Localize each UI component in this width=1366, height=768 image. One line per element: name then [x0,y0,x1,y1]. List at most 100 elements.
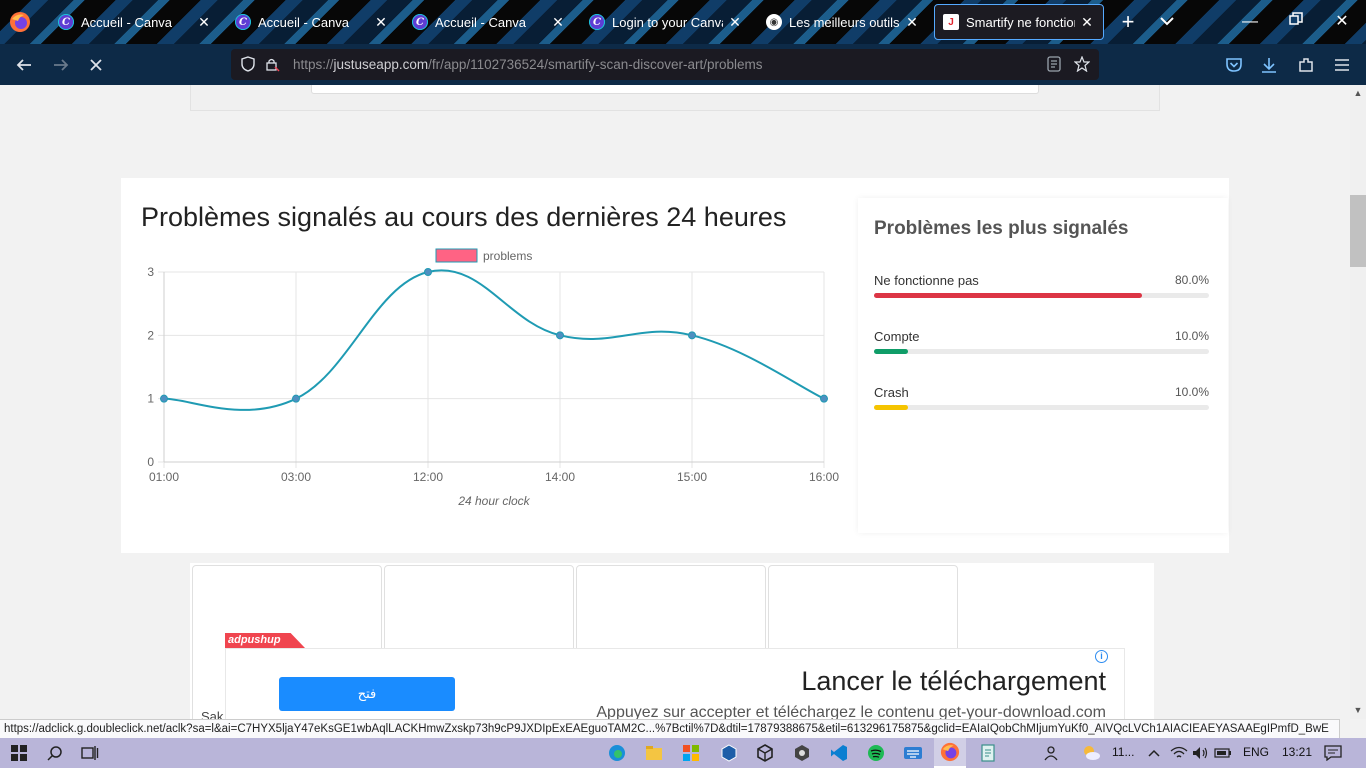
battery-icon[interactable] [1212,742,1234,764]
problem-percent: 80.0% [1174,273,1209,287]
tab-canva-1[interactable]: C Accueil - Canva ✕ [50,4,220,40]
tab-label: Accueil - Canva [435,14,527,30]
tab-smartify-active[interactable]: J Smartify ne fonctionne ✕ [934,4,1104,40]
notepad-icon[interactable] [977,742,999,764]
scroll-up-arrow-icon[interactable]: ▲ [1353,88,1363,98]
extensions-icon[interactable] [1295,54,1317,76]
status-link-preview: https://adclick.g.doubleclick.net/aclk?s… [0,719,1340,739]
tab-canva-2[interactable]: C Accueil - Canva ✕ [227,4,397,40]
new-tab-button[interactable]: + [1117,10,1139,34]
notification-center-icon[interactable] [1322,742,1344,764]
language-indicator[interactable]: ENG [1243,745,1269,759]
x-tick-label: 16:00 [809,470,839,484]
windows-taskbar: 11... ENG 13:21 [0,738,1366,768]
tab-label: Login to your Canva ac [612,14,723,30]
close-tab-icon[interactable]: ✕ [904,14,920,31]
people-icon[interactable] [1041,742,1063,764]
downloads-icon[interactable] [1258,54,1280,76]
top-inner-box [311,85,1039,94]
problem-name: Compte [874,329,920,344]
keyboard-icon[interactable] [902,742,924,764]
series-line-problems [163,269,825,411]
ad-banner[interactable]: i فتح Lancer le téléchargement Appuyez s… [225,648,1125,719]
reader-view-icon[interactable] [1043,53,1065,75]
search-icon[interactable] [44,742,66,764]
firefox-taskbar-icon[interactable] [934,738,966,768]
progress-track [874,349,1209,354]
list-all-tabs-icon[interactable] [1158,12,1176,30]
hex-app-icon[interactable] [791,742,813,764]
task-view-icon[interactable] [79,742,101,764]
data-point [820,394,828,403]
url-text[interactable]: https://justuseapp.com/fr/app/1102736524… [293,57,763,72]
weather-icon[interactable] [1080,742,1102,764]
file-explorer-icon[interactable] [643,742,665,764]
chevron-up-icon[interactable] [1143,742,1165,764]
scrollbar-thumb[interactable] [1350,195,1366,267]
close-window-icon[interactable]: ✕ [1332,12,1352,32]
wifi-icon[interactable] [1168,742,1190,764]
progress-track [874,293,1209,298]
x-tick-label: 01:00 [149,470,179,484]
tab-label: Accueil - Canva [81,14,173,30]
problem-percent: 10.0% [1174,329,1209,343]
partial-text: Sak [201,709,224,719]
pocket-icon[interactable] [1223,54,1245,76]
most-reported-panel: Problèmes les plus signalés Ne fonctionn… [858,198,1228,533]
url-host: justuseapp.com [333,57,429,72]
y-tick-label: 1 [147,392,154,406]
close-tab-icon[interactable]: ✕ [1079,14,1095,31]
y-tick-label: 0 [147,455,154,469]
ad-info-icon[interactable]: i [1095,650,1108,663]
navigation-toolbar: https://justuseapp.com/fr/app/1102736524… [0,44,1366,85]
data-point [556,331,564,340]
close-tab-icon[interactable]: ✕ [373,14,389,31]
minimize-window-icon[interactable]: — [1240,12,1260,32]
stop-loading-icon[interactable] [85,54,107,76]
top-section-remnant [190,85,1160,111]
progress-track [874,405,1209,410]
forward-arrow-icon[interactable] [50,54,72,76]
close-tab-icon[interactable]: ✕ [727,14,743,31]
back-arrow-icon[interactable] [13,54,35,76]
firefox-menu-icon[interactable] [8,10,32,34]
close-tab-icon[interactable]: ✕ [196,14,212,31]
restore-window-icon[interactable] [1286,12,1306,32]
vscode-icon[interactable] [828,742,850,764]
address-bar[interactable]: https://justuseapp.com/fr/app/1102736524… [231,49,1099,80]
tab-canva-3[interactable]: C Accueil - Canva ✕ [404,4,574,40]
edge-icon[interactable] [606,742,628,764]
ad-headline[interactable]: Lancer le téléchargement [801,666,1106,697]
scroll-down-arrow-icon[interactable]: ▼ [1353,705,1363,715]
tab-canva-login[interactable]: C Login to your Canva ac ✕ [581,4,751,40]
store-icon[interactable] [680,742,702,764]
hamburger-menu-icon[interactable] [1331,54,1353,76]
problems-card: Problèmes signalés au cours des dernière… [121,178,1229,553]
bookmark-star-icon[interactable] [1071,53,1093,75]
close-tab-icon[interactable]: ✕ [550,14,566,31]
tab-outils[interactable]: ◉ Les meilleurs outils dig ✕ [758,4,928,40]
ad-subline[interactable]: Appuyez sur accepter et téléchargez le c… [596,704,1106,719]
virtualbox-icon[interactable] [718,742,740,764]
y-tick-label: 2 [147,328,154,342]
windows-start-icon[interactable] [8,742,30,764]
progress-fill [874,349,908,354]
vertical-scrollbar[interactable]: ▲ ▼ [1350,85,1366,719]
ad-open-button[interactable]: فتح [279,677,455,711]
volume-icon[interactable] [1190,742,1212,764]
tab-label: Les meilleurs outils dig [789,14,900,30]
weather-text[interactable]: 11... [1112,745,1134,759]
shield-icon[interactable] [237,53,259,75]
clock-time[interactable]: 13:21 [1282,745,1312,759]
canva-icon: C [589,14,605,30]
lock-icon[interactable] [261,53,283,75]
justuseapp-icon: J [943,14,959,30]
unity-icon[interactable] [754,742,776,764]
globe-icon: ◉ [766,14,782,30]
data-point [292,394,300,403]
spotify-icon[interactable] [865,742,887,764]
y-tick-label: 3 [147,265,154,279]
canva-icon: C [58,14,74,30]
problem-item-crash: Crash 10.0% [874,385,1209,425]
legend-swatch [435,248,478,263]
